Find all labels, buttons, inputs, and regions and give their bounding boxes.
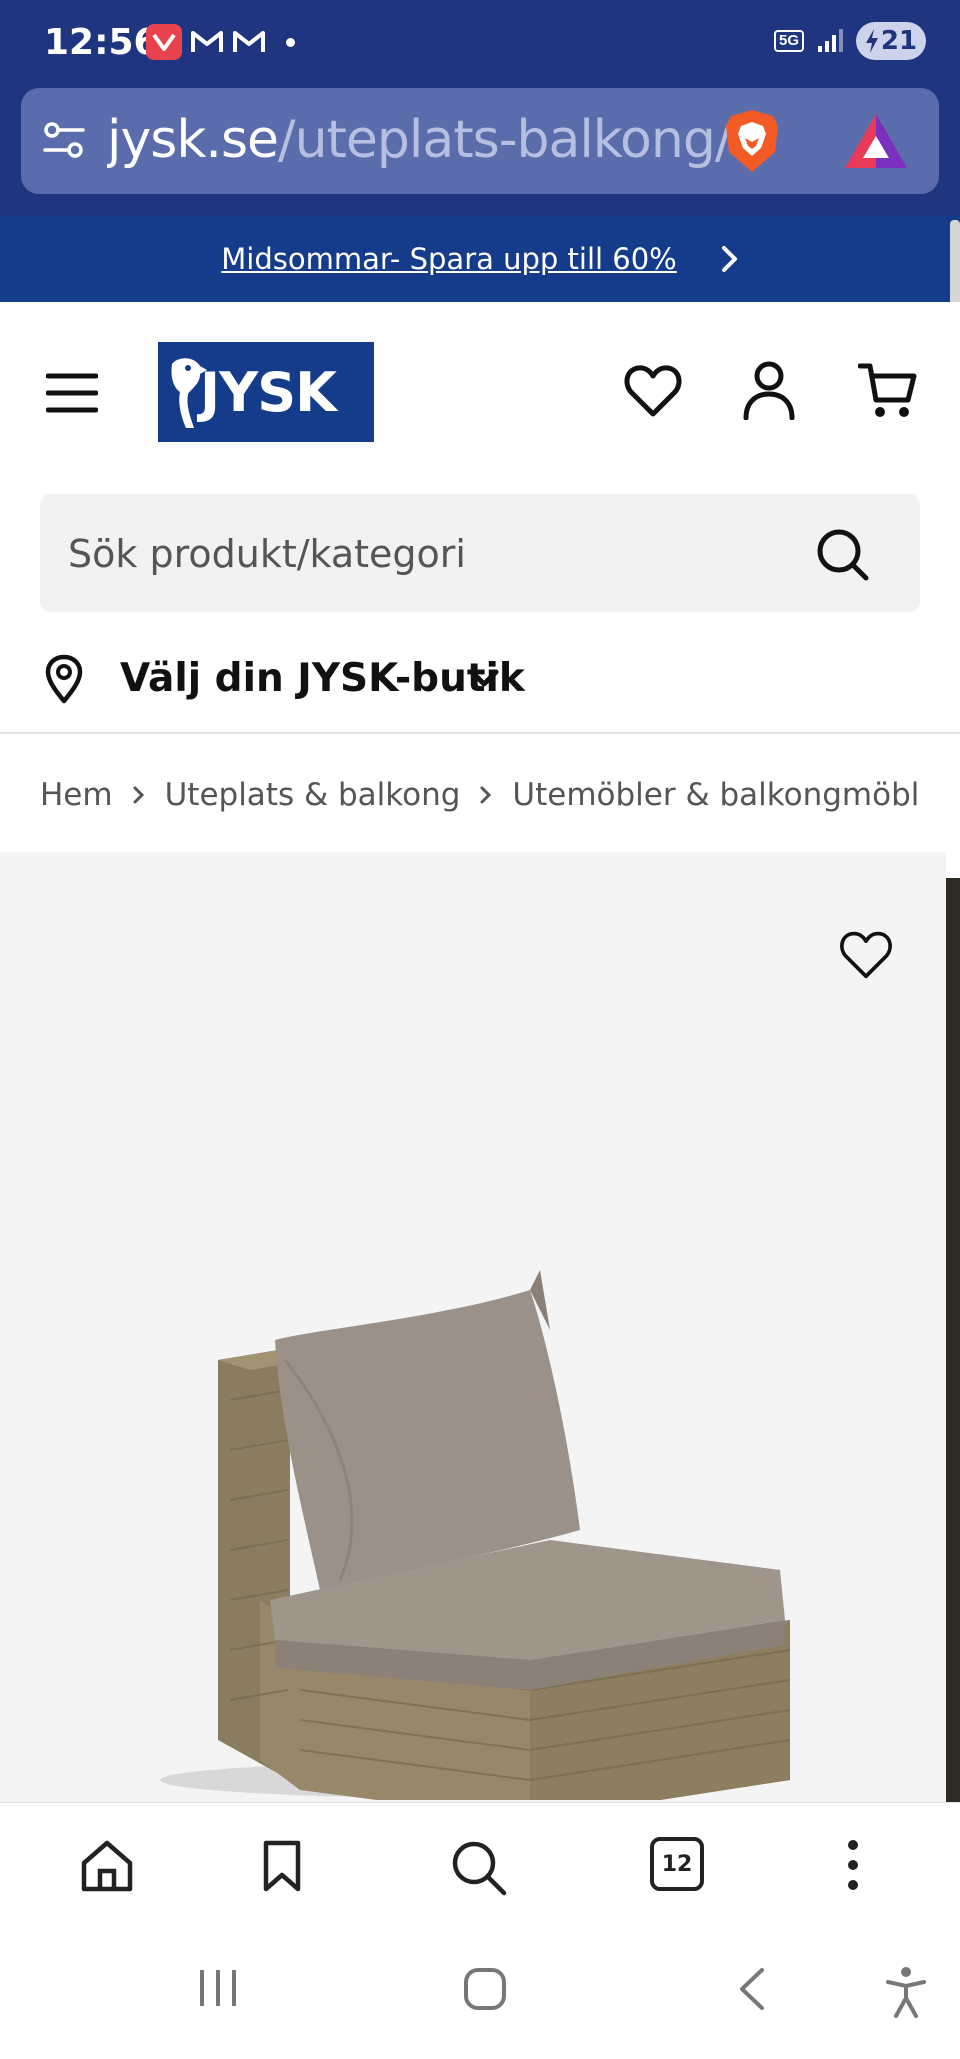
location-pin-icon bbox=[45, 654, 83, 704]
notification-icons bbox=[146, 24, 295, 60]
battery-level: 21 bbox=[880, 26, 918, 56]
chevron-right-icon bbox=[721, 246, 737, 272]
tabs-button[interactable]: 12 bbox=[650, 1837, 704, 1891]
store-selector-label: Välj din JYSK-butik bbox=[120, 656, 525, 701]
address-bar[interactable]: jysk.se/uteplats-balkong/ bbox=[21, 88, 939, 194]
brave-shields-icon[interactable] bbox=[723, 108, 781, 174]
search-input[interactable]: Sök produkt/kategori bbox=[40, 494, 920, 612]
site-header: JYSK bbox=[0, 302, 960, 482]
search-placeholder: Sök produkt/kategori bbox=[68, 532, 466, 576]
search-icon[interactable] bbox=[816, 528, 870, 582]
product-image-gallery[interactable] bbox=[0, 852, 946, 1802]
accessibility-icon[interactable] bbox=[884, 1966, 928, 2018]
gmail-icon bbox=[233, 31, 265, 52]
url-domain: jysk.se bbox=[107, 110, 279, 170]
vivaldi-notification-icon bbox=[146, 24, 182, 60]
browser-address-area: jysk.se/uteplats-balkong/ bbox=[0, 84, 960, 216]
product-image-chair bbox=[160, 1270, 791, 1800]
bookmark-icon[interactable] bbox=[262, 1839, 302, 1893]
account-icon[interactable] bbox=[742, 360, 796, 420]
menu-icon[interactable] bbox=[46, 372, 98, 414]
store-selector[interactable]: Välj din JYSK-butik bbox=[0, 630, 960, 732]
breadcrumb-item-home[interactable]: Hem bbox=[40, 777, 113, 813]
status-bar: 12:56 5G 21 bbox=[0, 0, 960, 84]
system-nav-bar bbox=[0, 1922, 960, 2059]
logo-text: JYSK bbox=[200, 360, 337, 424]
more-menu-icon[interactable] bbox=[846, 1839, 860, 1891]
promo-banner[interactable]: Midsommar- Spara upp till 60% bbox=[0, 216, 960, 302]
home-button-icon[interactable] bbox=[462, 1966, 508, 2012]
browser-toolbar: 12 bbox=[0, 1802, 960, 1922]
promo-link[interactable]: Midsommar- Spara upp till 60% bbox=[221, 242, 677, 276]
signal-icon bbox=[818, 29, 843, 52]
home-icon[interactable] bbox=[80, 1839, 134, 1893]
add-to-wishlist-heart-icon[interactable] bbox=[838, 930, 894, 980]
header-divider bbox=[0, 732, 960, 734]
breadcrumb-separator-icon bbox=[480, 786, 492, 804]
breadcrumb-separator-icon bbox=[133, 786, 145, 804]
breadcrumb-item-uteplats[interactable]: Uteplats & balkong bbox=[165, 777, 461, 813]
site-settings-icon[interactable] bbox=[43, 120, 85, 160]
system-icons: 5G 21 bbox=[773, 22, 926, 60]
brave-rewards-icon[interactable] bbox=[843, 112, 909, 170]
breadcrumb-item-utemobler[interactable]: Utemöbler & balkongmöbler bbox=[512, 777, 920, 813]
url-path: /uteplats-balkong/ bbox=[278, 110, 727, 170]
jysk-logo[interactable]: JYSK bbox=[158, 342, 374, 442]
gmail-icon bbox=[191, 31, 223, 52]
next-image-peek[interactable] bbox=[946, 878, 960, 1802]
charging-bolt-icon bbox=[865, 29, 878, 53]
status-time: 12:56 bbox=[44, 22, 159, 63]
battery-indicator: 21 bbox=[856, 22, 926, 60]
chevron-down-icon bbox=[469, 669, 499, 687]
recent-apps-icon[interactable] bbox=[196, 1966, 240, 2010]
url-text[interactable]: jysk.se/uteplats-balkong/ bbox=[107, 110, 727, 170]
more-notifications-dot bbox=[286, 37, 295, 47]
logo-bird-icon bbox=[171, 358, 207, 428]
back-icon[interactable] bbox=[736, 1966, 768, 2012]
breadcrumb: Hem Uteplats & balkong Utemöbler & balko… bbox=[40, 772, 920, 818]
search-icon[interactable] bbox=[450, 1839, 508, 1897]
wishlist-heart-icon[interactable] bbox=[624, 364, 682, 418]
network-type: 5G bbox=[773, 30, 804, 52]
cart-icon[interactable] bbox=[858, 362, 918, 420]
